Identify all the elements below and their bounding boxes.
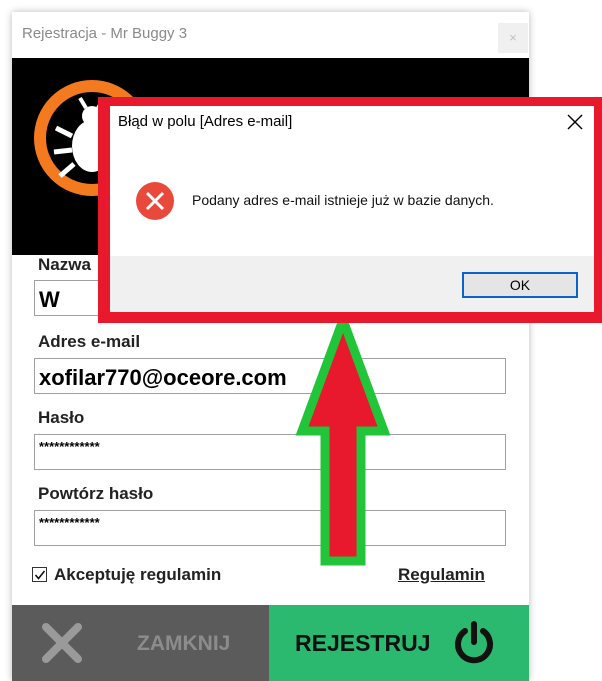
x-icon [42,623,82,663]
dialog-title: Błąd w polu [Adres e-mail] [118,113,293,130]
error-dialog: Błąd w polu [Adres e-mail] Podany adres … [110,106,594,312]
register-button[interactable]: REJESTRUJ [269,605,529,681]
dialog-message: Podany adres e-mail istnieje już w bazie… [192,192,494,208]
dialog-button-bar: OK [110,256,594,312]
close-button[interactable]: ZAMKNIJ [12,605,269,681]
email-input[interactable]: xofilar770@oceore.com [34,358,506,394]
dialog-close-icon[interactable] [562,109,588,135]
ok-button[interactable]: OK [462,272,578,298]
username-label: Nazwa [38,255,91,274]
email-label: Adres e-mail [38,332,141,351]
close-button-label: ZAMKNIJ [137,632,231,655]
power-icon [455,621,493,664]
repeat-password-input[interactable]: ************ [34,510,506,546]
title-bar: Rejestracja - Mr Buggy 3 × [12,12,529,58]
window-title: Rejestracja - Mr Buggy 3 [22,25,188,42]
checkmark-icon [34,570,46,580]
register-button-label: REJESTRUJ [295,630,431,656]
password-label: Hasło [38,408,85,427]
accept-terms-label[interactable]: Akceptuję regulamin [54,565,221,585]
footer-bar: ZAMKNIJ REJESTRUJ [12,605,529,681]
accept-terms-checkbox[interactable] [32,567,47,582]
repeat-password-label: Powtórz hasło [38,484,154,503]
window-close-button[interactable]: × [498,23,528,53]
terms-link[interactable]: Regulamin [398,565,485,585]
error-icon [136,182,174,220]
password-input[interactable]: ************ [34,434,506,470]
